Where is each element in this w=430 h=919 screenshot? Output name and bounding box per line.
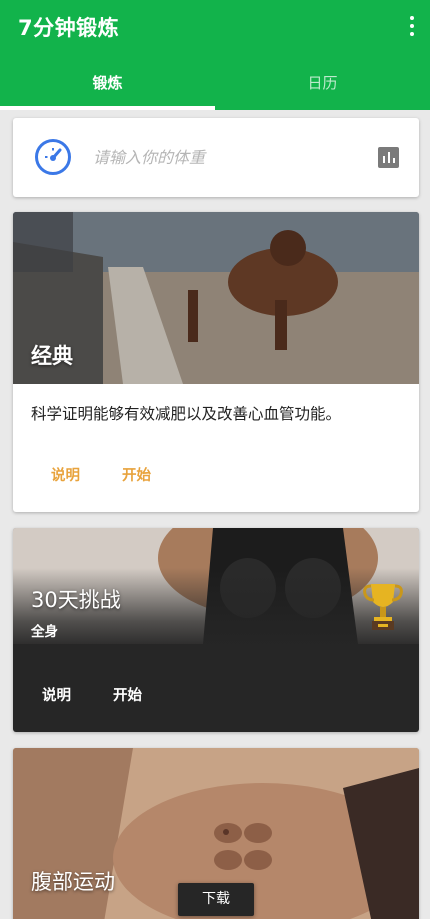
start-button[interactable]: 开始: [122, 464, 151, 485]
card-description: 科学证明能够有效减肥以及改善心血管功能。: [31, 405, 342, 423]
card-image: 经典: [13, 212, 419, 384]
workout-card-30-day[interactable]: 30天挑战 全身 说明 开始: [13, 528, 419, 732]
workout-card-classic[interactable]: 经典 科学证明能够有效减肥以及改善心血管功能。 说明 开始: [13, 212, 419, 512]
tab-calendar[interactable]: 日历: [215, 60, 430, 110]
info-button[interactable]: 说明: [42, 684, 71, 705]
info-button[interactable]: 说明: [51, 464, 80, 485]
trophy-icon: [363, 584, 403, 630]
card-title: 腹部运动: [31, 870, 115, 894]
gauge-icon: [35, 139, 71, 175]
app-bar: 7分钟锻炼 锻炼 日历: [0, 0, 430, 110]
start-button[interactable]: 开始: [113, 684, 142, 705]
card-subtitle: 全身: [31, 624, 58, 640]
card-title: 30天挑战: [31, 588, 121, 612]
pushup-photo: [13, 212, 419, 384]
tab-indicator: [0, 106, 215, 110]
app-title: 7分钟锻炼: [18, 16, 120, 40]
weight-card: [13, 118, 419, 197]
weight-input[interactable]: [93, 142, 363, 172]
more-vert-icon[interactable]: [406, 16, 418, 36]
card-title: 经典: [31, 344, 73, 368]
download-button[interactable]: 下载: [178, 883, 254, 916]
card-image: 30天挑战 全身: [13, 528, 419, 644]
tab-exercise[interactable]: 锻炼: [0, 60, 215, 110]
bar-chart-icon[interactable]: [378, 147, 399, 168]
